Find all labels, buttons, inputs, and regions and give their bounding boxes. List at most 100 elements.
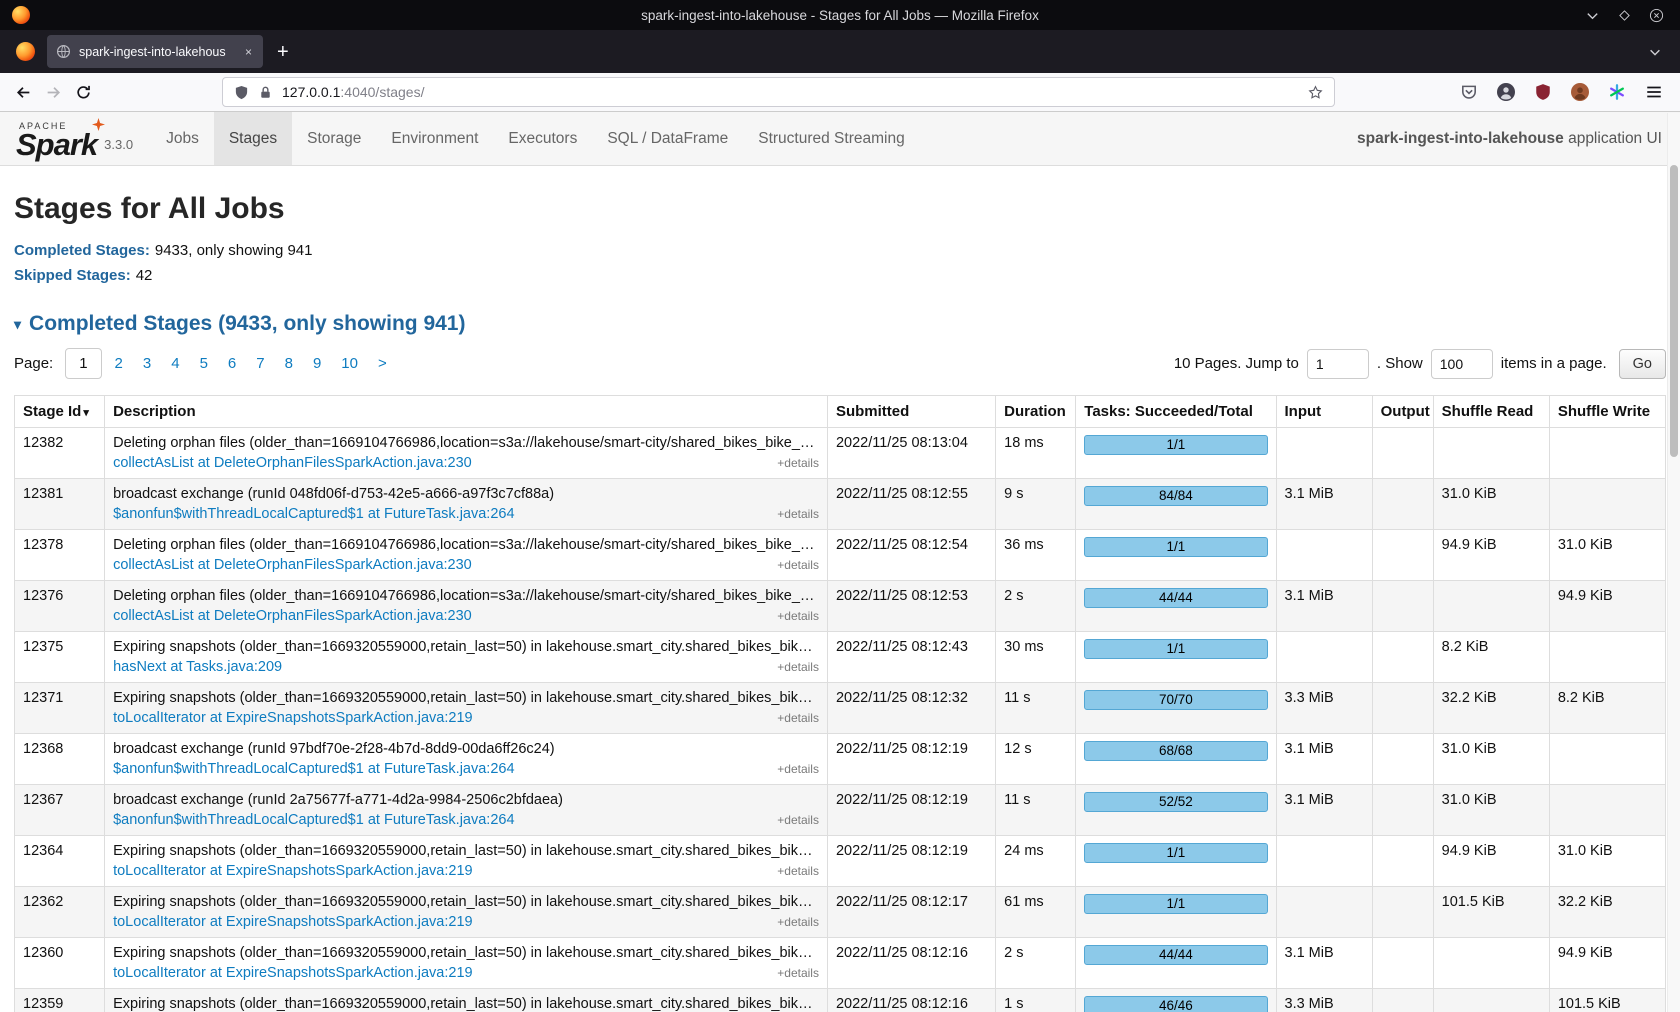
items-per-page-input[interactable] [1431, 349, 1493, 379]
spark-nav-item[interactable]: Jobs [151, 112, 214, 165]
stage-callsite-link[interactable]: collectAsList at DeleteOrphanFilesSparkA… [113, 608, 472, 624]
account-icon[interactable] [1496, 82, 1516, 102]
forward-button[interactable] [38, 77, 68, 107]
spark-nav-item[interactable]: Storage [292, 112, 376, 165]
go-button[interactable]: Go [1619, 349, 1666, 379]
lock-icon[interactable] [258, 85, 273, 100]
header-tasks[interactable]: Tasks: Succeeded/Total [1076, 396, 1276, 428]
page-number-link[interactable]: 5 [190, 349, 218, 378]
url-bar[interactable]: 127.0.0.1:4040/stages/ [222, 77, 1335, 107]
stage-description: Deleting orphan files (older_than=166910… [113, 435, 819, 451]
details-toggle[interactable]: +details [767, 609, 819, 623]
stage-callsite-link[interactable]: toLocalIterator at ExpireSnapshotsSparkA… [113, 710, 473, 726]
details-toggle[interactable]: +details [767, 813, 819, 827]
page-number-link[interactable]: 2 [105, 349, 133, 378]
page-number-link[interactable]: 10 [331, 349, 368, 378]
details-toggle[interactable]: +details [767, 915, 819, 929]
scrollbar-thumb[interactable] [1670, 165, 1678, 457]
page-number-link[interactable]: 3 [133, 349, 161, 378]
input-cell [1276, 530, 1372, 581]
input-cell: 3.3 MiB [1276, 683, 1372, 734]
table-header-row: Stage Id▾ Description Submitted Duration… [15, 396, 1666, 428]
tasks-progress-bar: 1/1 [1084, 435, 1267, 455]
spark-nav-item[interactable]: Structured Streaming [743, 112, 919, 165]
new-tab-button[interactable]: + [277, 42, 289, 62]
header-duration[interactable]: Duration [996, 396, 1076, 428]
details-toggle[interactable]: +details [767, 507, 819, 521]
url-path: :4040/stages/ [340, 84, 424, 100]
details-toggle[interactable]: +details [767, 711, 819, 725]
stage-callsite-link[interactable]: $anonfun$withThreadLocalCaptured$1 at Fu… [113, 761, 514, 777]
jump-to-page-input[interactable] [1307, 349, 1369, 379]
tasks-progress-label: 70/70 [1159, 692, 1193, 707]
stage-callsite-link[interactable]: hasNext at Tasks.java:209 [113, 659, 282, 675]
stage-id-cell: 12381 [15, 479, 105, 530]
details-toggle[interactable]: +details [767, 456, 819, 470]
stage-callsite-link[interactable]: $anonfun$withThreadLocalCaptured$1 at Fu… [113, 812, 514, 828]
spark-nav-item[interactable]: SQL / DataFrame [592, 112, 743, 165]
pagination-bar: Page: 1 2345678910 > 10 Pages. Jump to .… [14, 348, 1666, 379]
bookmark-star-icon[interactable] [1308, 85, 1323, 100]
stage-callsite-link[interactable]: $anonfun$withThreadLocalCaptured$1 at Fu… [113, 506, 514, 522]
header-shuffle-read[interactable]: Shuffle Read [1433, 396, 1549, 428]
page-number-link[interactable]: 7 [246, 349, 274, 378]
container-extension-icon[interactable] [1607, 82, 1627, 102]
stage-row: 12375 Expiring snapshots (older_than=166… [15, 632, 1666, 683]
app-menu-button[interactable] [1644, 82, 1664, 102]
stage-callsite-link[interactable]: toLocalIterator at ExpireSnapshotsSparkA… [113, 965, 473, 981]
shuffle-write-cell: 94.9 KiB [1549, 581, 1665, 632]
header-submitted[interactable]: Submitted [827, 396, 995, 428]
stage-id-cell: 12368 [15, 734, 105, 785]
header-description[interactable]: Description [105, 396, 828, 428]
summary-label-link[interactable]: Completed Stages: [14, 242, 150, 259]
next-page-link[interactable]: > [368, 349, 397, 378]
details-toggle[interactable]: +details [767, 966, 819, 980]
maximize-button[interactable] [1616, 7, 1632, 23]
stage-callsite-link[interactable]: collectAsList at DeleteOrphanFilesSparkA… [113, 455, 472, 471]
tasks-progress-label: 44/44 [1159, 590, 1193, 605]
submitted-cell: 2022/11/25 08:12:16 [827, 989, 995, 1012]
tasks-cell: 44/44 [1076, 938, 1276, 989]
firefox-view-button[interactable] [16, 42, 35, 61]
header-input[interactable]: Input [1276, 396, 1372, 428]
spark-nav-item[interactable]: Environment [376, 112, 493, 165]
spark-logo-wordmark: Spark [16, 129, 97, 160]
stage-callsite-link[interactable]: toLocalIterator at ExpireSnapshotsSparkA… [113, 914, 473, 930]
input-cell: 3.1 MiB [1276, 581, 1372, 632]
ublock-shield-icon[interactable] [1533, 82, 1553, 102]
header-stage-id[interactable]: Stage Id▾ [15, 396, 105, 428]
close-button[interactable] [1648, 7, 1664, 23]
spark-logo: APACHE Spark 3.3.0 [0, 112, 137, 165]
description-cell: Expiring snapshots (older_than=166932055… [105, 683, 828, 734]
shuffle-write-cell [1549, 632, 1665, 683]
details-toggle[interactable]: +details [767, 558, 819, 572]
header-shuffle-write[interactable]: Shuffle Write [1549, 396, 1665, 428]
summary-line: Skipped Stages:42 [14, 267, 1666, 284]
spark-navbar: APACHE Spark 3.3.0 Jobs Stages Storage E… [0, 112, 1680, 166]
page-number-link[interactable]: 6 [218, 349, 246, 378]
spark-nav-item[interactable]: Executors [493, 112, 592, 165]
stage-callsite-link[interactable]: toLocalIterator at ExpireSnapshotsSparkA… [113, 863, 473, 879]
page-number-link[interactable]: 4 [161, 349, 189, 378]
tasks-cell: 1/1 [1076, 632, 1276, 683]
reload-button[interactable] [68, 77, 98, 107]
tab-close-button[interactable]: × [243, 45, 254, 59]
details-toggle[interactable]: +details [767, 660, 819, 674]
details-toggle[interactable]: +details [767, 864, 819, 878]
back-button[interactable] [8, 77, 38, 107]
summary-label-link[interactable]: Skipped Stages: [14, 267, 131, 284]
stage-callsite-link[interactable]: collectAsList at DeleteOrphanFilesSparkA… [113, 557, 472, 573]
all-tabs-chevron-button[interactable] [1648, 45, 1662, 59]
spark-nav-item[interactable]: Stages [214, 112, 292, 165]
page-number-link[interactable]: 8 [275, 349, 303, 378]
tracking-protection-shield-icon[interactable] [234, 85, 249, 100]
details-toggle[interactable]: +details [767, 762, 819, 776]
minimize-button[interactable] [1584, 7, 1600, 23]
completed-stages-section-header[interactable]: ▾ Completed Stages (9433, only showing 9… [14, 312, 1666, 336]
firefox-logo-icon [12, 6, 30, 24]
profile-avatar-icon[interactable] [1570, 82, 1590, 102]
browser-tab[interactable]: spark-ingest-into-lakehous × [47, 35, 263, 68]
page-number-link[interactable]: 9 [303, 349, 331, 378]
pocket-icon[interactable] [1459, 82, 1479, 102]
header-output[interactable]: Output [1372, 396, 1433, 428]
